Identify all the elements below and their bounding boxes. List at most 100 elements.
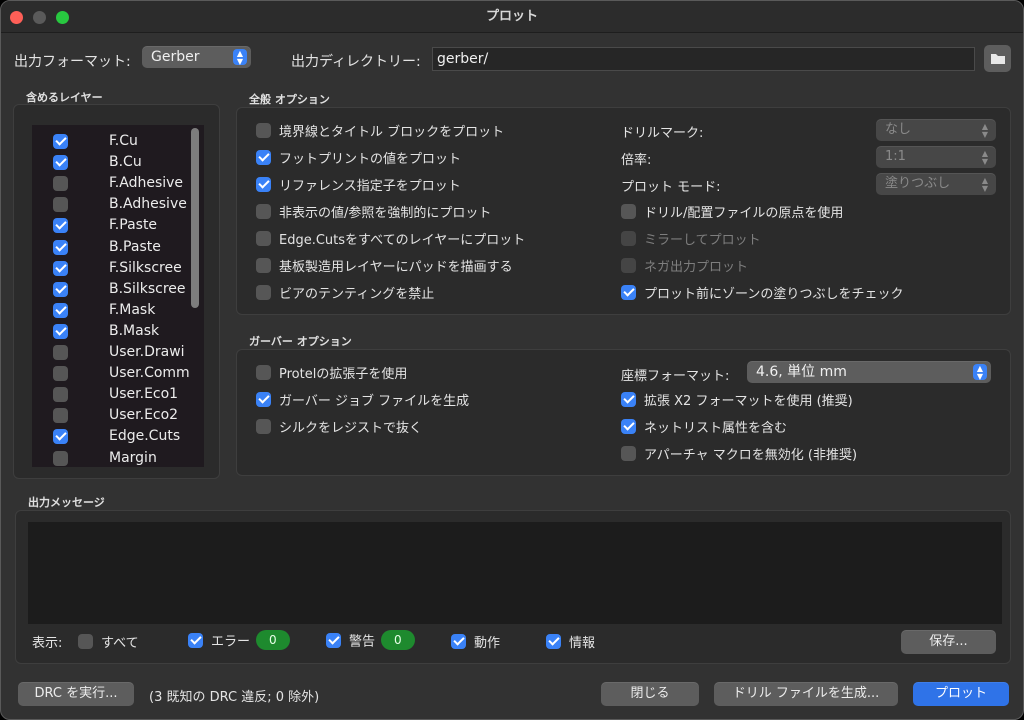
- close-button[interactable]: 閉じる: [601, 682, 699, 706]
- layer-checkbox[interactable]: [53, 218, 68, 234]
- layer-row[interactable]: B.Paste: [32, 237, 192, 258]
- layer-list-scrollbar[interactable]: [191, 128, 199, 308]
- layer-row[interactable]: B.Cu: [32, 152, 192, 173]
- general-right-option-1[interactable]: ミラーしてプロット: [621, 229, 761, 249]
- generate-drill-files-button[interactable]: ドリル ファイルを生成...: [714, 682, 898, 706]
- layer-checkbox[interactable]: [53, 281, 68, 297]
- gerber-right-option-2[interactable]: アパーチャ マクロを無効化 (非推奨): [621, 444, 857, 464]
- general-left-checkbox-4[interactable]: [256, 231, 271, 246]
- gerber-left-checkbox-2[interactable]: [256, 419, 271, 434]
- minimize-window-button[interactable]: [33, 11, 46, 24]
- output-format-select[interactable]: Gerber ▲ ▼: [142, 46, 251, 68]
- layer-checkbox[interactable]: [53, 302, 68, 318]
- filter-errors-checkbox[interactable]: [188, 632, 203, 648]
- layer-row[interactable]: User.Eco1: [32, 384, 192, 405]
- layer-row[interactable]: B.Silkscree: [32, 279, 192, 300]
- filter-all[interactable]: すべて: [78, 632, 139, 652]
- coordinate-format-select[interactable]: 4.6, 単位 mm ▲ ▼: [747, 361, 991, 383]
- layer-checkbox[interactable]: [53, 450, 68, 466]
- layer-checkbox[interactable]: [53, 323, 68, 339]
- gerber-right-checkbox-0[interactable]: [621, 392, 636, 407]
- gerber-right-checkbox-1[interactable]: [621, 419, 636, 434]
- layer-row[interactable]: F.Cu: [32, 131, 192, 152]
- general-right-checkbox-3[interactable]: [621, 285, 636, 300]
- general-left-checkbox-2[interactable]: [256, 177, 271, 192]
- layer-checkbox[interactable]: [53, 155, 68, 171]
- filter-actions[interactable]: 動作: [451, 632, 500, 652]
- layer-row[interactable]: F.Mask: [32, 300, 192, 321]
- layer-row[interactable]: Edge.Cuts: [32, 426, 192, 447]
- layer-checkbox[interactable]: [53, 176, 68, 192]
- layer-row[interactable]: B.Mask: [32, 321, 192, 342]
- layer-row[interactable]: F.Paste: [32, 215, 192, 236]
- coordinate-format-value: 4.6, 単位 mm: [756, 364, 847, 380]
- layer-row[interactable]: F.Silkscree: [32, 258, 192, 279]
- save-messages-button[interactable]: 保存...: [901, 630, 996, 654]
- general-left-option-3[interactable]: 非表示の値/参照を強制的にプロット: [256, 202, 491, 222]
- gerber-left-checkbox-0[interactable]: [256, 365, 271, 380]
- general-left-checkbox-5[interactable]: [256, 258, 271, 273]
- layer-name: B.Cu: [109, 154, 142, 171]
- message-panel[interactable]: [28, 522, 1002, 624]
- general-left-checkbox-3[interactable]: [256, 204, 271, 219]
- gerber-left-option-1[interactable]: ガーバー ジョブ ファイルを生成: [256, 390, 469, 410]
- run-drc-button[interactable]: DRC を実行...: [18, 682, 134, 706]
- gerber-right-option-1[interactable]: ネットリスト属性を含む: [621, 417, 787, 437]
- layer-checkbox[interactable]: [53, 345, 68, 360]
- filter-info-checkbox[interactable]: [546, 634, 561, 649]
- drill-mark-select[interactable]: なし ▲ ▼: [876, 119, 996, 141]
- layer-name: User.Drawi: [109, 344, 185, 360]
- plot-mode-select[interactable]: 塗りつぶし ▲ ▼: [876, 173, 996, 195]
- layer-list[interactable]: F.Cu B.Cu F.Adhesive B.Adhesive F.Paste B.Pas…: [32, 125, 204, 467]
- general-right-option-0[interactable]: ドリル/配置ファイルの原点を使用: [621, 202, 843, 222]
- general-right-checkbox-2[interactable]: [621, 258, 636, 273]
- general-right-checkbox-0[interactable]: [621, 204, 636, 219]
- general-left-checkbox-6[interactable]: [256, 285, 271, 300]
- layer-checkbox[interactable]: [53, 197, 68, 213]
- maximize-window-button[interactable]: [56, 11, 69, 24]
- filter-errors[interactable]: エラー 0: [188, 630, 290, 650]
- gerber-right-checkbox-2[interactable]: [621, 446, 636, 461]
- general-right-label-1: ミラーしてプロット: [644, 233, 761, 248]
- general-right-checkbox-1[interactable]: [621, 231, 636, 246]
- plot-button[interactable]: プロット: [913, 682, 1009, 706]
- general-left-option-6[interactable]: ビアのテンティングを禁止: [256, 283, 434, 303]
- gerber-left-option-0[interactable]: Protelの拡張子を使用: [256, 363, 407, 383]
- general-left-option-0[interactable]: 境界線とタイトル ブロックをプロット: [256, 121, 504, 141]
- filter-info[interactable]: 情報: [546, 632, 595, 652]
- layer-checkbox[interactable]: [53, 134, 68, 149]
- general-left-option-2[interactable]: リファレンス指定子をプロット: [256, 175, 461, 195]
- layer-checkbox[interactable]: [53, 260, 68, 276]
- general-left-option-1[interactable]: フットプリントの値をプロット: [256, 148, 461, 168]
- close-window-button[interactable]: [10, 11, 23, 24]
- layer-name: Margin: [109, 449, 157, 466]
- layer-row[interactable]: User.Comm: [32, 363, 192, 384]
- output-directory-field[interactable]: gerber/: [432, 47, 975, 71]
- general-right-option-2[interactable]: ネガ出力プロット: [621, 256, 748, 276]
- layer-row[interactable]: User.Drawi: [32, 342, 192, 363]
- layer-checkbox[interactable]: [53, 387, 68, 403]
- general-left-option-5[interactable]: 基板製造用レイヤーにパッドを描画する: [256, 256, 513, 276]
- output-messages-title: 出力メッセージ: [28, 496, 105, 509]
- layer-checkbox[interactable]: [53, 366, 68, 382]
- layer-row[interactable]: F.Adhesive: [32, 173, 192, 194]
- layer-row[interactable]: User.Eco2: [32, 405, 192, 426]
- layer-checkbox[interactable]: [53, 429, 68, 445]
- general-left-checkbox-0[interactable]: [256, 123, 271, 138]
- scale-select[interactable]: 1:1 ▲ ▼: [876, 146, 996, 168]
- filter-warnings-checkbox[interactable]: [326, 632, 341, 648]
- filter-all-checkbox[interactable]: [78, 634, 93, 649]
- filter-warnings[interactable]: 警告 0: [326, 630, 415, 650]
- layer-row[interactable]: B.Adhesive: [32, 194, 192, 215]
- layer-row[interactable]: Margin: [32, 448, 192, 468]
- gerber-left-option-2[interactable]: シルクをレジストで抜く: [256, 417, 422, 437]
- general-left-option-4[interactable]: Edge.Cutsをすべてのレイヤーにプロット: [256, 229, 525, 249]
- layer-checkbox[interactable]: [53, 408, 68, 424]
- gerber-right-option-0[interactable]: 拡張 X2 フォーマットを使用 (推奨): [621, 390, 853, 410]
- general-left-checkbox-1[interactable]: [256, 150, 271, 165]
- layer-checkbox[interactable]: [53, 239, 68, 255]
- general-right-option-3[interactable]: プロット前にゾーンの塗りつぶしをチェック: [621, 283, 903, 303]
- filter-actions-checkbox[interactable]: [451, 634, 466, 649]
- browse-folder-button[interactable]: [984, 45, 1011, 72]
- gerber-left-checkbox-1[interactable]: [256, 392, 271, 407]
